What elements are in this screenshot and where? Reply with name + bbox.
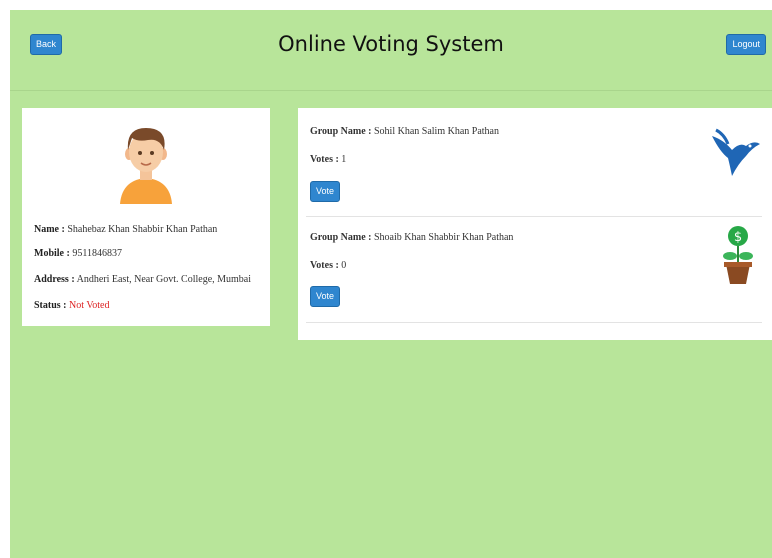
header: Back Online Voting System Logout <box>10 10 772 91</box>
voter-address: Address : Andheri East, Near Govt. Colle… <box>34 274 252 285</box>
page-frame: Back Online Voting System Logout Name : … <box>10 10 772 558</box>
voter-name: Name : Shahebaz Khan Shabbir Khan Pathan <box>34 224 218 235</box>
group-item: Group Name : Shoaib Khan Shabbir Khan Pa… <box>298 216 764 324</box>
vote-button[interactable]: Vote <box>310 286 341 307</box>
svg-text:$: $ <box>734 230 742 245</box>
page-title: Online Voting System <box>278 32 504 56</box>
group-divider <box>306 322 762 323</box>
groups-card: Group Name : Sohil Khan Salim Khan Patha… <box>298 108 772 340</box>
voter-status: Status : Not Voted <box>34 300 110 311</box>
voter-mobile: Mobile : 9511846837 <box>34 248 122 259</box>
group-votes: Votes : 0 <box>310 260 347 271</box>
money-plant-icon: $ <box>723 226 753 284</box>
status-badge: Not Voted <box>69 300 110 311</box>
group-item: Group Name : Sohil Khan Salim Khan Patha… <box>298 108 764 216</box>
vote-button[interactable]: Vote <box>310 181 341 202</box>
user-avatar-icon <box>120 128 172 204</box>
group-votes: Votes : 1 <box>310 154 347 165</box>
group-name: Group Name : Sohil Khan Salim Khan Patha… <box>310 126 499 137</box>
bird-icon <box>712 128 760 176</box>
group-name: Group Name : Shoaib Khan Shabbir Khan Pa… <box>310 232 514 243</box>
voter-profile-card: Name : Shahebaz Khan Shabbir Khan Pathan… <box>22 108 270 326</box>
logout-button[interactable]: Logout <box>726 34 766 55</box>
